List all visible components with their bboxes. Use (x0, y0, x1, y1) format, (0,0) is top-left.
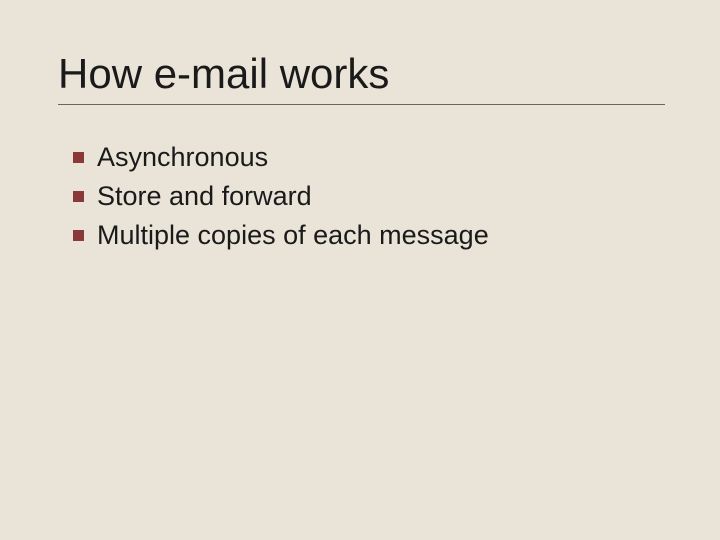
title-container: How e-mail works (58, 50, 665, 105)
list-item: Store and forward (73, 179, 665, 214)
list-item: Multiple copies of each message (73, 218, 665, 253)
square-bullet-icon (73, 230, 84, 241)
title-underline (58, 104, 665, 105)
square-bullet-icon (73, 152, 84, 163)
bullet-text: Multiple copies of each message (97, 218, 489, 253)
bullet-text: Asynchronous (97, 140, 268, 175)
bullet-text: Store and forward (97, 179, 312, 214)
content: Asynchronous Store and forward Multiple … (73, 140, 665, 253)
list-item: Asynchronous (73, 140, 665, 175)
square-bullet-icon (73, 191, 84, 202)
slide-title: How e-mail works (58, 50, 665, 98)
slide: How e-mail works Asynchronous Store and … (0, 0, 720, 540)
